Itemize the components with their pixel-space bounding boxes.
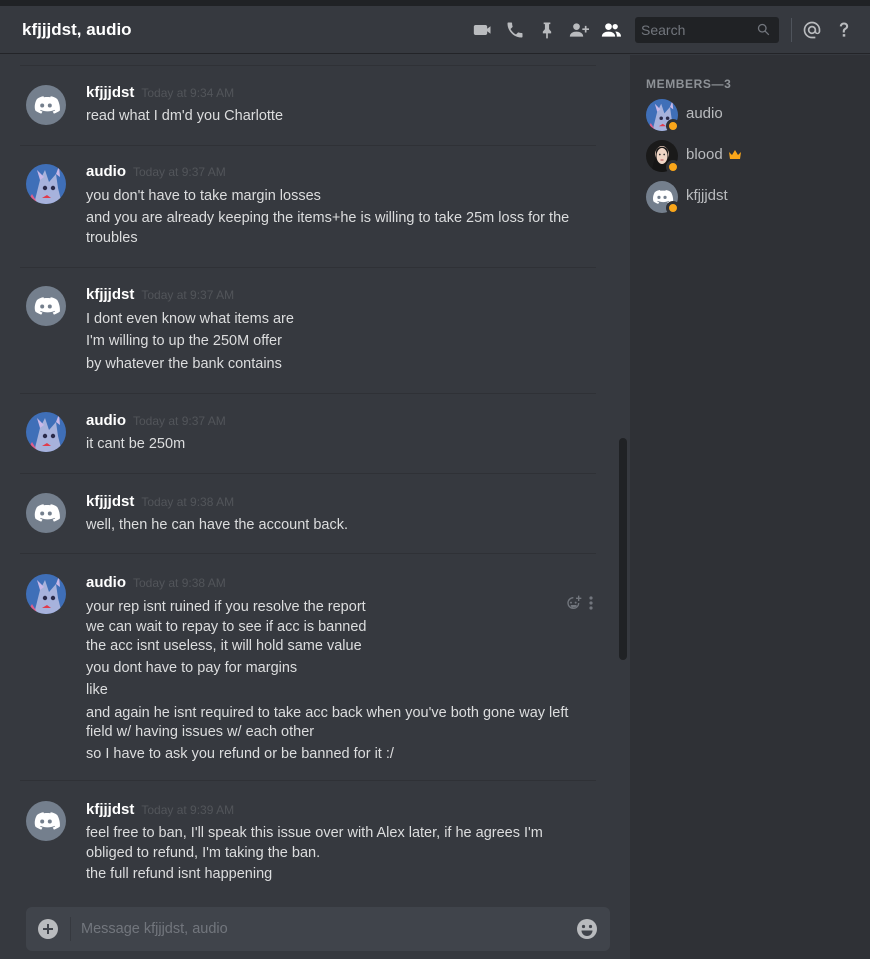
search-icon: [756, 22, 771, 42]
message-text: we can wait to repay to see if acc is ba…: [86, 619, 367, 635]
message-author[interactable]: kfjjjdst Today at 9:37 AM: [86, 285, 234, 305]
message-author[interactable]: kfjjjdst Today at 9:38 AM: [86, 492, 234, 512]
message-text: you don't have to take margin losses: [86, 188, 321, 204]
member-list: MEMBERS—3 audio blood kfjjjdst: [630, 55, 870, 959]
member-name: blood: [686, 146, 741, 164]
message-text: your rep isnt ruined if you resolve the …: [86, 599, 366, 615]
message-timestamp: Today at 9:37 AM: [133, 165, 226, 179]
message-text: so I have to ask you refund or be banned…: [86, 746, 394, 762]
message-scrollbar[interactable]: [618, 55, 628, 886]
channel-title: kfjjjdst, audio: [22, 19, 132, 39]
message-text: and you are already keeping the items+he…: [86, 210, 570, 226]
message-author[interactable]: audio Today at 9:37 AM: [86, 162, 226, 182]
discord-default-icon[interactable]: [26, 493, 66, 533]
message-divider: [20, 553, 596, 554]
search-box[interactable]: [635, 17, 779, 43]
message-text: well, then he can have the account back.: [86, 517, 348, 533]
message-divider: [20, 267, 596, 268]
search-input[interactable]: [641, 22, 751, 38]
channel-header: kfjjjdst, audio: [0, 6, 870, 54]
woman-portrait-avatar: [646, 140, 680, 174]
message-timestamp: Today at 9:38 AM: [133, 576, 226, 590]
message-text: the full refund isnt happening: [86, 866, 273, 882]
message-text: read what I dm'd you Charlotte: [86, 108, 284, 124]
anime-cat-avatar[interactable]: [26, 574, 66, 614]
mention-icon[interactable]: [796, 6, 828, 54]
message-timestamp: Today at 9:37 AM: [133, 414, 226, 428]
message-text: it cant be 250m: [86, 436, 186, 452]
header-divider: [791, 18, 792, 42]
message-text: like: [86, 682, 108, 698]
message-text: feel free to ban, I'll speak this issue …: [86, 825, 543, 841]
idle-status-icon: [666, 201, 680, 215]
discord-default-icon[interactable]: [26, 286, 66, 326]
member-list-icon[interactable]: [595, 6, 627, 54]
message-timestamp: Today at 9:34 AM: [141, 86, 235, 100]
idle-status-icon: [666, 160, 680, 174]
chat-area: kfjjjdst Today at 9:34 AM read what I dm'…: [0, 55, 630, 959]
message-list[interactable]: kfjjjdst Today at 9:34 AM read what I dm'…: [0, 55, 616, 886]
message-author[interactable]: audio Today at 9:37 AM: [86, 411, 226, 431]
member-name: audio: [686, 105, 723, 122]
discord-default-icon: [646, 181, 680, 215]
message-divider: [20, 65, 596, 66]
message-author[interactable]: kfjjjdst Today at 9:34 AM: [86, 83, 234, 103]
message-composer: [26, 907, 610, 951]
message-divider: [20, 393, 596, 394]
member-item-blood[interactable]: blood: [638, 136, 862, 176]
message-text: by whatever the bank contains: [86, 356, 282, 372]
message-divider: [20, 473, 596, 474]
message-text: I'm willing to up the 250M offer: [86, 333, 282, 349]
message-author[interactable]: audio Today at 9:38 AM: [86, 573, 226, 593]
upload-plus-icon[interactable]: [38, 919, 58, 939]
anime-cat-avatar: [646, 99, 680, 133]
help-icon[interactable]: [828, 6, 860, 54]
message-text: I dont even know what items are: [86, 311, 294, 327]
message-text: the acc isnt useless, it will hold same …: [86, 638, 362, 654]
voice-call-icon[interactable]: [499, 6, 531, 54]
message-author[interactable]: kfjjjdst Today at 9:39 AM: [86, 800, 234, 820]
idle-status-icon: [666, 119, 680, 133]
member-item-kfjjjdst[interactable]: kfjjjdst: [638, 177, 862, 217]
anime-cat-avatar[interactable]: [26, 164, 66, 204]
composer-divider: [70, 917, 71, 941]
header-toolbar: [467, 6, 870, 54]
video-call-icon[interactable]: [467, 6, 499, 54]
owner-crown-icon: [728, 147, 741, 164]
message-text: field w/ having issues w/ each other: [86, 724, 315, 740]
message-text: and again he isnt required to take acc b…: [86, 705, 569, 721]
scrollbar-thumb[interactable]: [619, 438, 627, 660]
add-friend-icon[interactable]: [563, 6, 595, 54]
message-text: obliged to refund, I'm taking the ban.: [86, 845, 321, 861]
pin-icon[interactable]: [531, 6, 563, 54]
message-timestamp: Today at 9:37 AM: [141, 288, 235, 302]
discord-default-icon[interactable]: [26, 801, 66, 841]
anime-cat-avatar[interactable]: [26, 412, 66, 452]
message-divider: [20, 780, 596, 781]
member-item-audio[interactable]: audio: [638, 95, 862, 135]
member-name: kfjjjdst: [686, 187, 728, 204]
message-divider: [20, 145, 596, 146]
message-timestamp: Today at 9:38 AM: [141, 495, 235, 509]
discord-default-icon[interactable]: [26, 85, 66, 125]
more-options-icon[interactable]: [588, 595, 594, 616]
message-text: troubles: [86, 230, 138, 246]
message-input[interactable]: [81, 919, 561, 939]
message-timestamp: Today at 9:39 AM: [141, 803, 235, 817]
members-header: MEMBERS—3: [646, 77, 732, 91]
emoji-picker-icon[interactable]: [576, 918, 598, 940]
message-text: you dont have to pay for margins: [86, 660, 298, 676]
